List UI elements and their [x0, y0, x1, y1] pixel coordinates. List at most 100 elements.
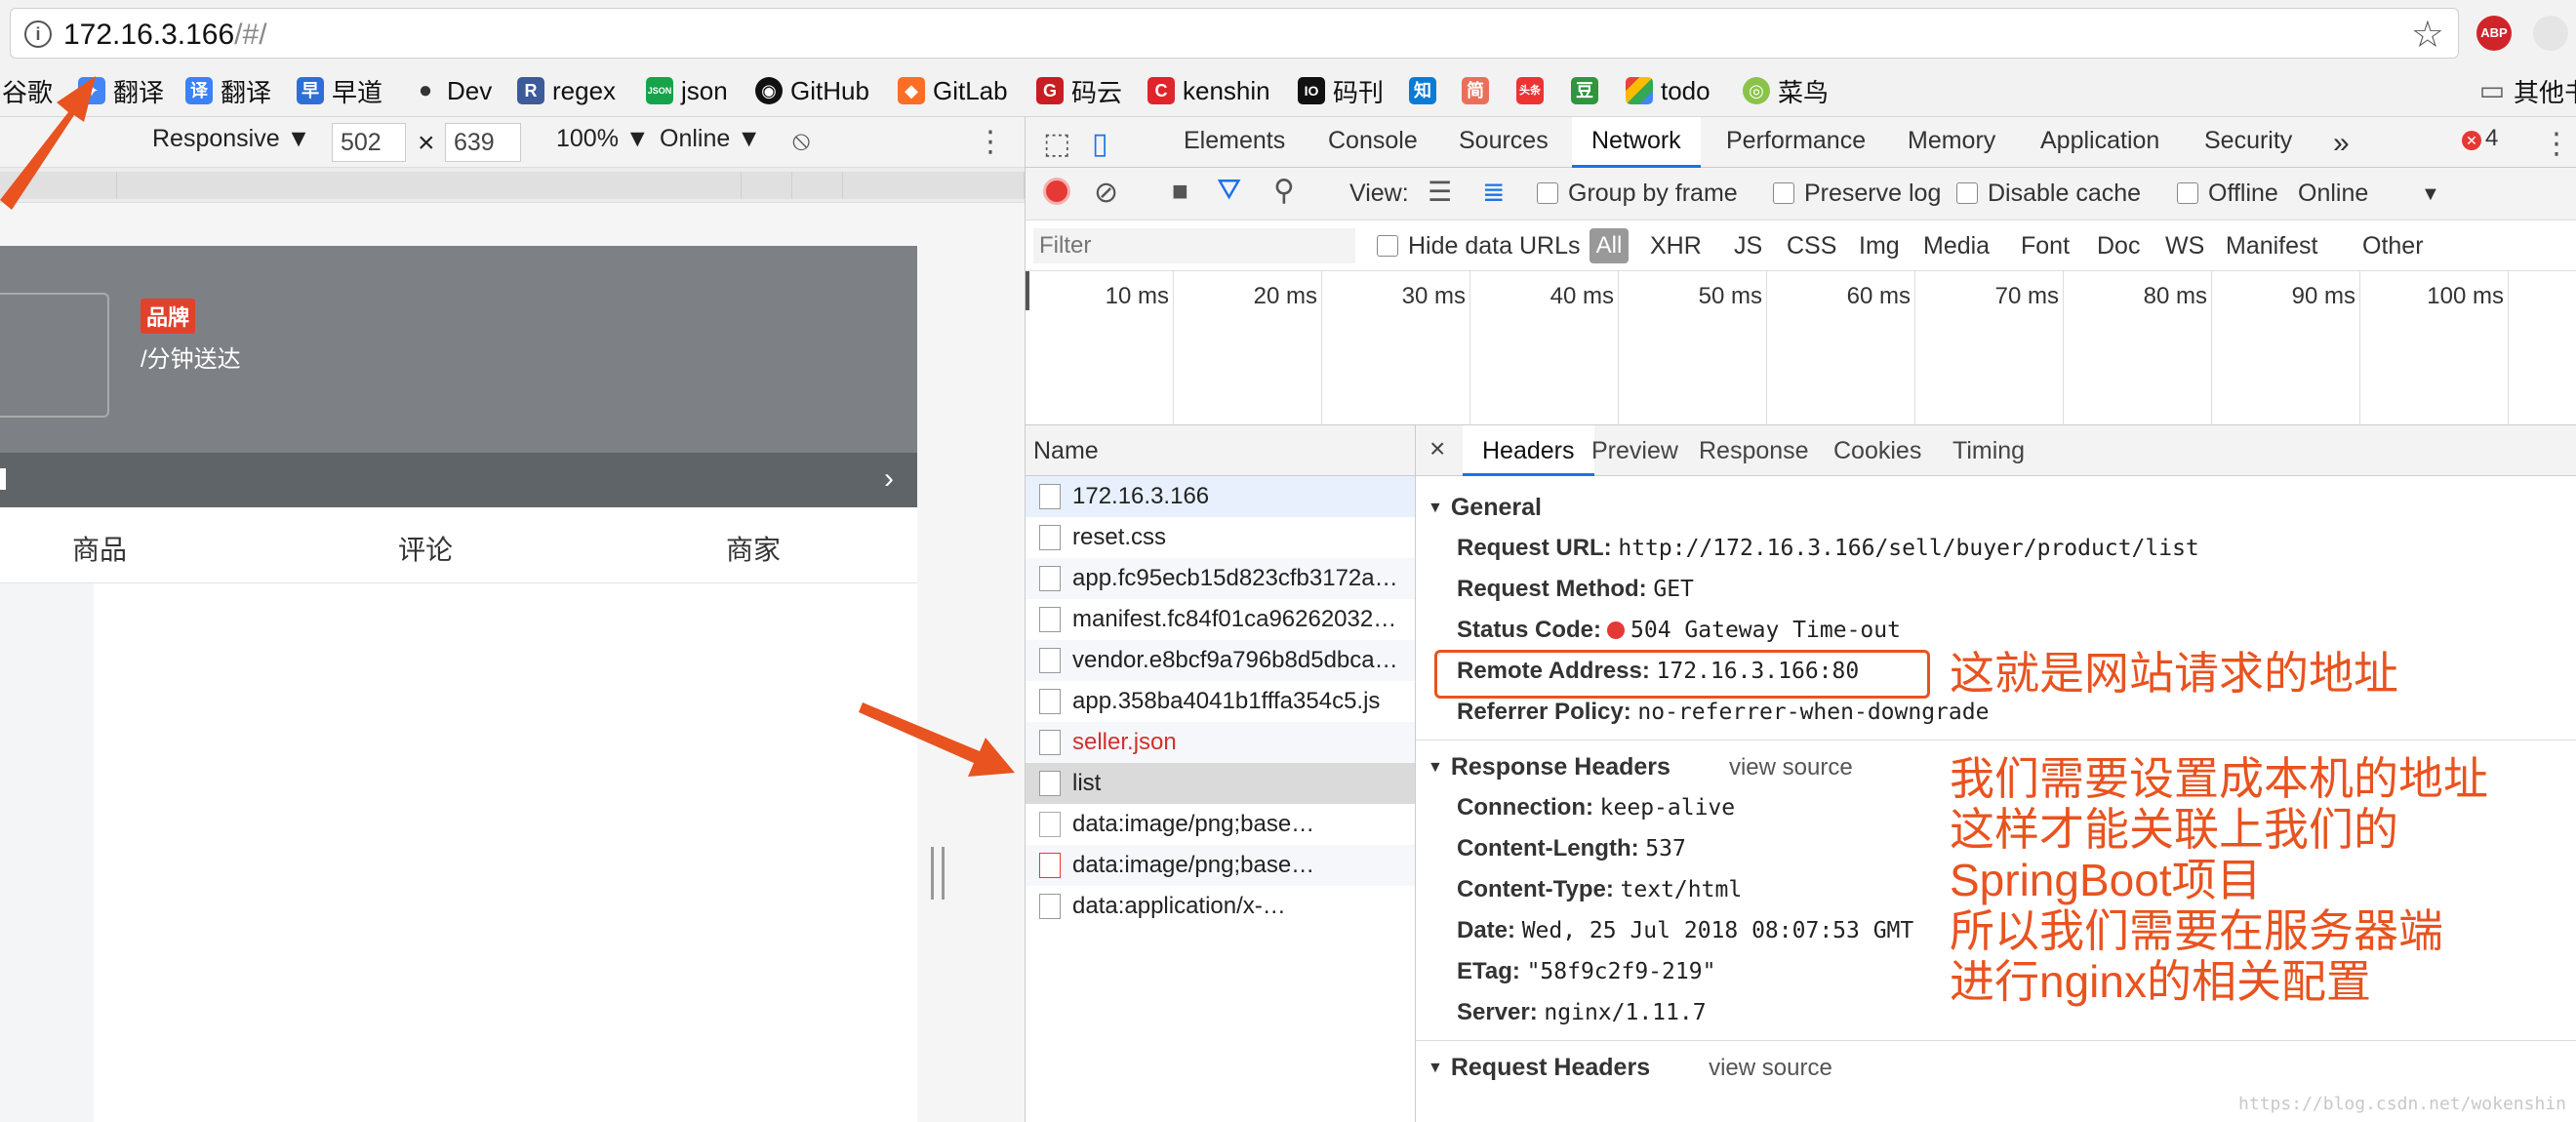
- tab-response[interactable]: Response: [1699, 425, 1809, 476]
- chevron-down-icon[interactable]: ▼: [2421, 183, 2440, 206]
- request-row[interactable]: app.fc95ecb15d823cfb3172a…: [1026, 558, 1415, 599]
- bookmark-magazine[interactable]: IO 码刊: [1298, 72, 1384, 109]
- tab-memory[interactable]: Memory: [1908, 117, 1995, 168]
- more-tabs-icon[interactable]: »: [2333, 117, 2350, 168]
- tab-sources[interactable]: Sources: [1459, 117, 1549, 168]
- preserve-log-checkbox[interactable]: Preserve log: [1773, 180, 1941, 208]
- search-icon[interactable]: ⚲: [1273, 174, 1295, 208]
- bookmark-regex[interactable]: Rregex: [517, 72, 616, 109]
- bookmark-kenshin[interactable]: Ckenshin: [1147, 72, 1270, 109]
- device-width-input[interactable]: 502: [332, 123, 406, 162]
- profile-icon[interactable]: [2533, 16, 2568, 51]
- request-row[interactable]: app.358ba4041b1fffa354c5.js: [1026, 681, 1415, 722]
- bookmark-zhihu[interactable]: 知: [1409, 72, 1444, 109]
- bookmark-todo[interactable]: todo: [1626, 72, 1711, 109]
- ruler-segment[interactable]: [117, 172, 742, 199]
- zoom-select[interactable]: 100% ▼: [556, 125, 650, 153]
- tab-headers[interactable]: Headers: [1463, 425, 1594, 476]
- bookmark-zaodao[interactable]: 早早道: [297, 72, 382, 109]
- bookmark-github[interactable]: ◉ GitHub: [755, 72, 869, 109]
- request-row[interactable]: data:application/x-…: [1026, 886, 1415, 927]
- devtools-menu-icon[interactable]: ⋮: [2542, 117, 2571, 168]
- resize-handle[interactable]: [931, 847, 945, 900]
- ruler-segment[interactable]: [792, 172, 843, 199]
- tab-cookies[interactable]: Cookies: [1833, 425, 1921, 476]
- inspect-element-icon[interactable]: ⬚: [1043, 117, 1070, 168]
- bookmark-translate[interactable]: 译翻译: [185, 72, 271, 109]
- request-row[interactable]: manifest.fc84f01ca96262032…: [1026, 599, 1415, 640]
- address-bar[interactable]: i 172.16.3.166/#/ ☆: [10, 8, 2459, 59]
- tab-seller[interactable]: 商家: [726, 529, 781, 568]
- filter-type-doc[interactable]: Doc: [2097, 232, 2140, 260]
- view-source-link[interactable]: view source: [1729, 754, 1853, 781]
- tab-console[interactable]: Console: [1328, 117, 1418, 168]
- tab-network[interactable]: Network: [1572, 117, 1701, 168]
- tab-elements[interactable]: Elements: [1184, 117, 1285, 168]
- more-options-icon[interactable]: ⋮: [976, 125, 1005, 159]
- filter-type-js[interactable]: JS: [1734, 232, 1762, 260]
- filter-icon[interactable]: ⛛: [1217, 174, 1241, 207]
- request-headers-section-toggle[interactable]: ▼ Request Headers view source: [1428, 1054, 1832, 1082]
- camera-icon[interactable]: ■: [1172, 176, 1188, 207]
- request-row[interactable]: list: [1026, 763, 1415, 804]
- close-icon[interactable]: ×: [1429, 425, 1445, 476]
- notice-bar[interactable]: ›: [0, 453, 917, 507]
- ruler-segment[interactable]: [843, 172, 1025, 199]
- bookmark-gitlab[interactable]: ◆ GitLab: [898, 72, 1008, 109]
- tab-timing[interactable]: Timing: [1952, 425, 2025, 476]
- filter-input[interactable]: [1033, 228, 1355, 263]
- list-view-icon[interactable]: ☰: [1428, 176, 1452, 208]
- filter-type-ws[interactable]: WS: [2165, 232, 2204, 260]
- request-row[interactable]: seller.json: [1026, 722, 1415, 763]
- bookmark-douban[interactable]: 豆: [1571, 72, 1606, 109]
- adblock-plus-icon[interactable]: ABP: [2476, 16, 2512, 51]
- tab-security[interactable]: Security: [2204, 117, 2292, 168]
- request-row[interactable]: reset.css: [1026, 517, 1415, 558]
- bookmark-jianshu[interactable]: 简: [1462, 72, 1497, 109]
- device-toolbar-icon[interactable]: ▯: [1092, 117, 1108, 168]
- error-counter[interactable]: ✕ 4: [2462, 125, 2498, 152]
- throttle-select[interactable]: Online: [2298, 180, 2368, 208]
- filter-type-media[interactable]: Media: [1923, 232, 1990, 260]
- tab-preview[interactable]: Preview: [1591, 425, 1678, 476]
- rotate-icon[interactable]: ⦸: [792, 125, 810, 157]
- device-mode-select[interactable]: Responsive ▼: [152, 125, 310, 153]
- filter-type-font[interactable]: Font: [2021, 232, 2070, 260]
- filter-type-manifest[interactable]: Manifest: [2226, 232, 2317, 260]
- disable-cache-checkbox[interactable]: Disable cache: [1956, 180, 2141, 208]
- tab-goods[interactable]: 商品: [72, 529, 127, 568]
- tab-ratings[interactable]: 评论: [398, 529, 453, 568]
- waterfall-view-icon[interactable]: ≣: [1482, 176, 1505, 208]
- filter-type-img[interactable]: Img: [1859, 232, 1900, 260]
- filter-type-css[interactable]: CSS: [1787, 232, 1836, 260]
- general-section-toggle[interactable]: ▼ General: [1428, 494, 1542, 522]
- request-row[interactable]: vendor.e8bcf9a796b8d5dbca…: [1026, 640, 1415, 681]
- column-header-name[interactable]: Name: [1026, 425, 1415, 476]
- bookmark-star-icon[interactable]: ☆: [2411, 13, 2444, 57]
- clear-icon[interactable]: ⊘: [1094, 176, 1118, 210]
- device-height-input[interactable]: 639: [445, 123, 521, 162]
- filter-type-all[interactable]: All: [1590, 228, 1629, 263]
- network-overview-timeline[interactable]: 10 ms 20 ms 30 ms 40 ms 50 ms 60 ms 70 m…: [1026, 271, 2576, 425]
- record-icon[interactable]: [1043, 178, 1070, 212]
- request-row[interactable]: data:image/png;base…: [1026, 804, 1415, 845]
- tab-application[interactable]: Application: [2040, 117, 2159, 168]
- group-by-frame-checkbox[interactable]: Group by frame: [1537, 180, 1738, 208]
- response-headers-section-toggle[interactable]: ▼ Response Headers view source: [1428, 753, 1853, 781]
- view-source-link[interactable]: view source: [1709, 1055, 1832, 1081]
- request-row[interactable]: data:image/png;base…: [1026, 845, 1415, 886]
- request-row[interactable]: 172.16.3.166: [1026, 476, 1415, 517]
- ruler-segment[interactable]: [742, 172, 792, 199]
- bookmark-dev[interactable]: ● Dev: [412, 72, 493, 109]
- filter-type-other[interactable]: Other: [2362, 232, 2424, 260]
- hide-data-urls-checkbox[interactable]: Hide data URLs: [1377, 232, 1580, 260]
- bookmark-toutiao[interactable]: 头条: [1516, 72, 1551, 109]
- network-throttle-select[interactable]: Online ▼: [660, 125, 761, 153]
- bookmark-folder-other[interactable]: ▭ 其他书: [2478, 72, 2576, 109]
- bookmark-runoob[interactable]: ◎ 菜鸟: [1743, 72, 1829, 109]
- bookmark-gitee[interactable]: G 码云: [1036, 72, 1122, 109]
- offline-checkbox[interactable]: Offline: [2177, 180, 2278, 208]
- bookmark-json[interactable]: JSON json: [646, 72, 728, 109]
- tab-performance[interactable]: Performance: [1726, 117, 1866, 168]
- filter-type-xhr[interactable]: XHR: [1650, 232, 1702, 260]
